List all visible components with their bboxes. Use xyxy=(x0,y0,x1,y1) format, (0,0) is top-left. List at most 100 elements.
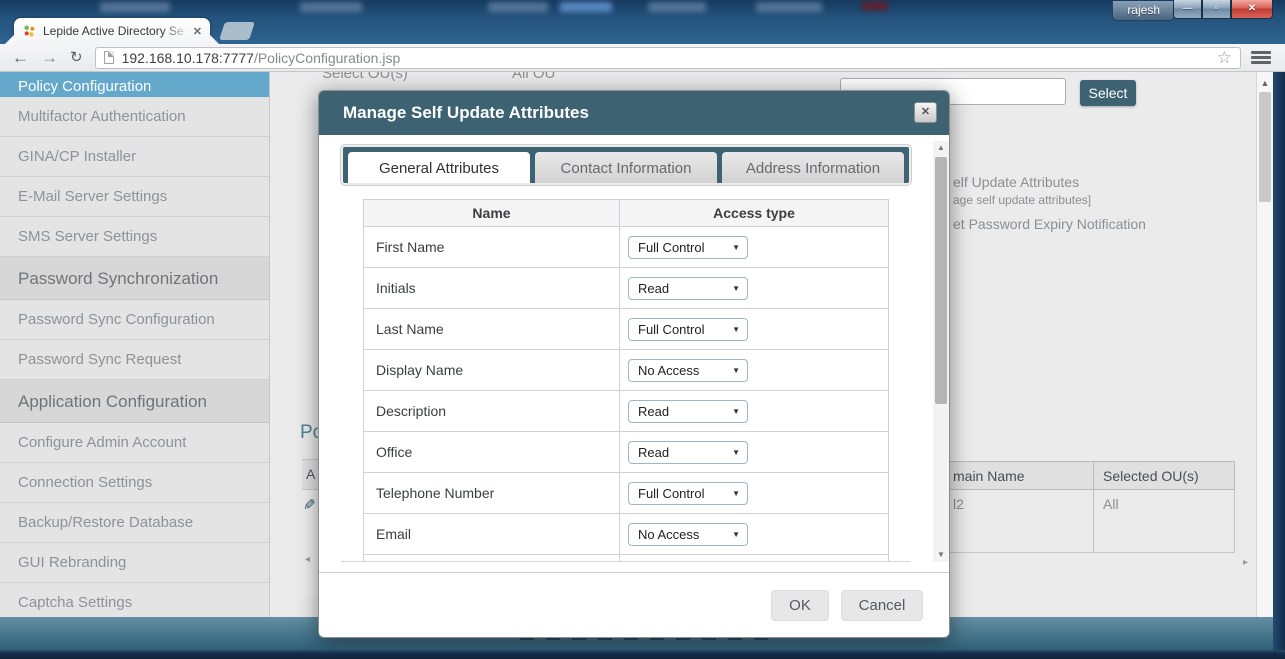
chevron-down-icon: ▼ xyxy=(732,489,740,498)
chevron-down-icon: ▼ xyxy=(732,530,740,539)
desktop-edge-strip xyxy=(1273,44,1285,650)
bookmark-star-icon[interactable]: ☆ xyxy=(1217,48,1232,68)
tab-general-attributes[interactable]: General Attributes xyxy=(348,152,530,183)
window-close-button[interactable]: ✕ xyxy=(1231,0,1273,19)
modal-scrollbar-thumb[interactable] xyxy=(935,157,947,404)
window-maximize-button[interactable]: ▫ xyxy=(1202,0,1231,19)
sidebar-item[interactable]: GINA/CP Installer xyxy=(0,137,269,177)
footer-copyright-fragment xyxy=(520,638,770,640)
access-type-select[interactable]: No Access▼ xyxy=(628,359,748,382)
ok-button[interactable]: OK xyxy=(771,590,829,621)
browser-tab[interactable]: Lepide Active Directory Se ✕ xyxy=(14,18,210,44)
desktop-item-blur xyxy=(862,2,888,10)
reload-icon[interactable]: ↻ xyxy=(70,45,83,71)
sidebar-item[interactable]: GUI Rebranding xyxy=(0,543,269,583)
attribute-access-cell: Full Control ▼ xyxy=(620,227,889,268)
attribute-access-cell: Read▼ xyxy=(620,432,889,473)
window-minimize-button[interactable]: — xyxy=(1173,0,1202,19)
attribute-access-cell: Read▼ xyxy=(620,268,889,309)
attribute-access-cell: No Access▼ xyxy=(620,350,889,391)
url-bar[interactable]: 192.168.10.178:7777/PolicyConfiguration.… xyxy=(95,47,1241,69)
sidebar-item[interactable]: Policy Configuration xyxy=(0,72,269,97)
attribute-row: First Name Full Control ▼ xyxy=(364,227,889,268)
access-type-value: Full Control xyxy=(638,240,704,255)
sidebar-item[interactable]: Password Sync Request xyxy=(0,340,269,380)
access-type-select[interactable]: Read▼ xyxy=(628,400,748,423)
page-scrollbar-thumb[interactable] xyxy=(1259,92,1271,202)
sidebar-item[interactable]: Backup/Restore Database xyxy=(0,503,269,543)
attribute-access-cell: Read▼ xyxy=(620,391,889,432)
attribute-name: Office xyxy=(364,432,620,473)
attributes-table: Name Access type First NameFull Control▼… xyxy=(363,199,889,562)
attribute-access-cell: No Access ▼ xyxy=(620,514,889,555)
password-expiry-label-fragment: et Password Expiry Notification xyxy=(953,216,1146,232)
windows-taskbar[interactable] xyxy=(0,650,1285,659)
attribute-name xyxy=(364,555,620,563)
sidebar-item[interactable]: E-Mail Server Settings xyxy=(0,177,269,217)
access-type-select[interactable]: Read▼ xyxy=(628,441,748,464)
modal-footer: OK Cancel xyxy=(319,572,949,638)
scroll-up-icon[interactable]: ▲ xyxy=(1257,72,1273,88)
sidebar-item[interactable]: Configure Admin Account xyxy=(0,423,269,463)
access-type-select[interactable]: Full Control▼ xyxy=(628,318,748,341)
browser-toolbar: ← → ↻ 192.168.10.178:7777/PolicyConfigur… xyxy=(0,44,1285,72)
attribute-name: Telephone Number xyxy=(364,473,620,514)
sidebar-item[interactable]: SMS Server Settings xyxy=(0,217,269,257)
modal-scrollbar[interactable]: ▲ ▼ xyxy=(933,141,949,562)
chrome-menu-icon[interactable] xyxy=(1251,49,1271,66)
access-type-value: No Access xyxy=(638,363,699,378)
page-scrollbar[interactable]: ▲ xyxy=(1256,72,1273,617)
url-path: /PolicyConfiguration.jsp xyxy=(254,50,400,66)
policies-table: main Name Selected OU(s) l2 All xyxy=(905,461,1235,553)
attribute-name: First Name xyxy=(364,227,620,268)
cancel-button[interactable]: Cancel xyxy=(841,590,923,621)
sidebar: Policy ConfigurationMultifactor Authenti… xyxy=(0,72,270,623)
manage-attributes-link-fragment[interactable]: elf Update Attributes xyxy=(953,174,1079,190)
attribute-access-cell: Full Control ▼ xyxy=(620,473,889,514)
access-type-value: No Access xyxy=(638,527,699,542)
modal-tabstrip: General AttributesContact InformationAdd… xyxy=(341,145,911,185)
modal-manage-self-update-attributes: Manage Self Update Attributes ✕ General … xyxy=(318,90,950,638)
chevron-down-icon: ▼ xyxy=(732,243,740,252)
modal-scroll-down-icon[interactable]: ▼ xyxy=(933,548,949,562)
sidebar-item[interactable]: Multifactor Authentication xyxy=(0,97,269,137)
user-chip[interactable]: rajesh xyxy=(1112,1,1175,21)
sidebar-item[interactable]: Password Sync Configuration xyxy=(0,300,269,340)
desktop-item-blur xyxy=(100,2,170,12)
policies-table-header: main Name Selected OU(s) xyxy=(905,461,1235,490)
attributes-header-access: Access type xyxy=(620,200,889,227)
access-type-select[interactable]: Full Control ▼ xyxy=(628,482,748,505)
sidebar-section-header: Password Synchronization xyxy=(0,257,269,300)
policies-table-row[interactable]: l2 All xyxy=(905,490,1235,553)
new-tab-button[interactable] xyxy=(219,22,255,40)
selected-ou-cell: All xyxy=(1094,490,1234,552)
access-type-value: Full Control xyxy=(638,486,704,501)
modal-scroll-up-icon[interactable]: ▲ xyxy=(933,141,949,155)
attributes-scroll-area: Name Access type First NameFull Control▼… xyxy=(341,185,911,562)
next-page-icon[interactable]: ▸ xyxy=(1243,557,1248,568)
access-type-select[interactable]: No Access ▼ xyxy=(628,523,748,546)
modal-close-icon[interactable]: ✕ xyxy=(914,102,937,123)
manage-attributes-hint-fragment: age self update attributes] xyxy=(953,193,1091,207)
attribute-name: Description xyxy=(364,391,620,432)
chevron-down-icon: ▼ xyxy=(732,448,740,457)
attribute-row: ▼ xyxy=(364,555,889,563)
prev-page-icon[interactable]: ◂ xyxy=(305,554,310,565)
access-type-select[interactable]: Full Control ▼ xyxy=(628,236,748,259)
desktop-item-blur xyxy=(756,2,822,12)
url-text[interactable]: 192.168.10.178:7777/PolicyConfiguration.… xyxy=(122,50,1217,66)
access-type-value: Read xyxy=(638,404,669,419)
chevron-down-icon: ▼ xyxy=(732,325,740,334)
forward-icon[interactable]: → xyxy=(41,45,58,71)
edit-pencil-icon[interactable]: ✎ xyxy=(303,496,316,514)
attribute-name: Email xyxy=(364,514,620,555)
sidebar-item[interactable]: Connection Settings xyxy=(0,463,269,503)
access-type-select[interactable]: Read▼ xyxy=(628,277,748,300)
select-ou-button[interactable]: Select xyxy=(1080,80,1136,106)
tab-contact-information[interactable]: Contact Information xyxy=(535,152,717,183)
tab-close-icon[interactable]: ✕ xyxy=(191,25,204,38)
attribute-row: Last NameFull Control▼ xyxy=(364,309,889,350)
attribute-row: Office Read▼ xyxy=(364,432,889,473)
tab-address-information[interactable]: Address Information xyxy=(722,152,904,183)
back-icon[interactable]: ← xyxy=(12,45,29,71)
